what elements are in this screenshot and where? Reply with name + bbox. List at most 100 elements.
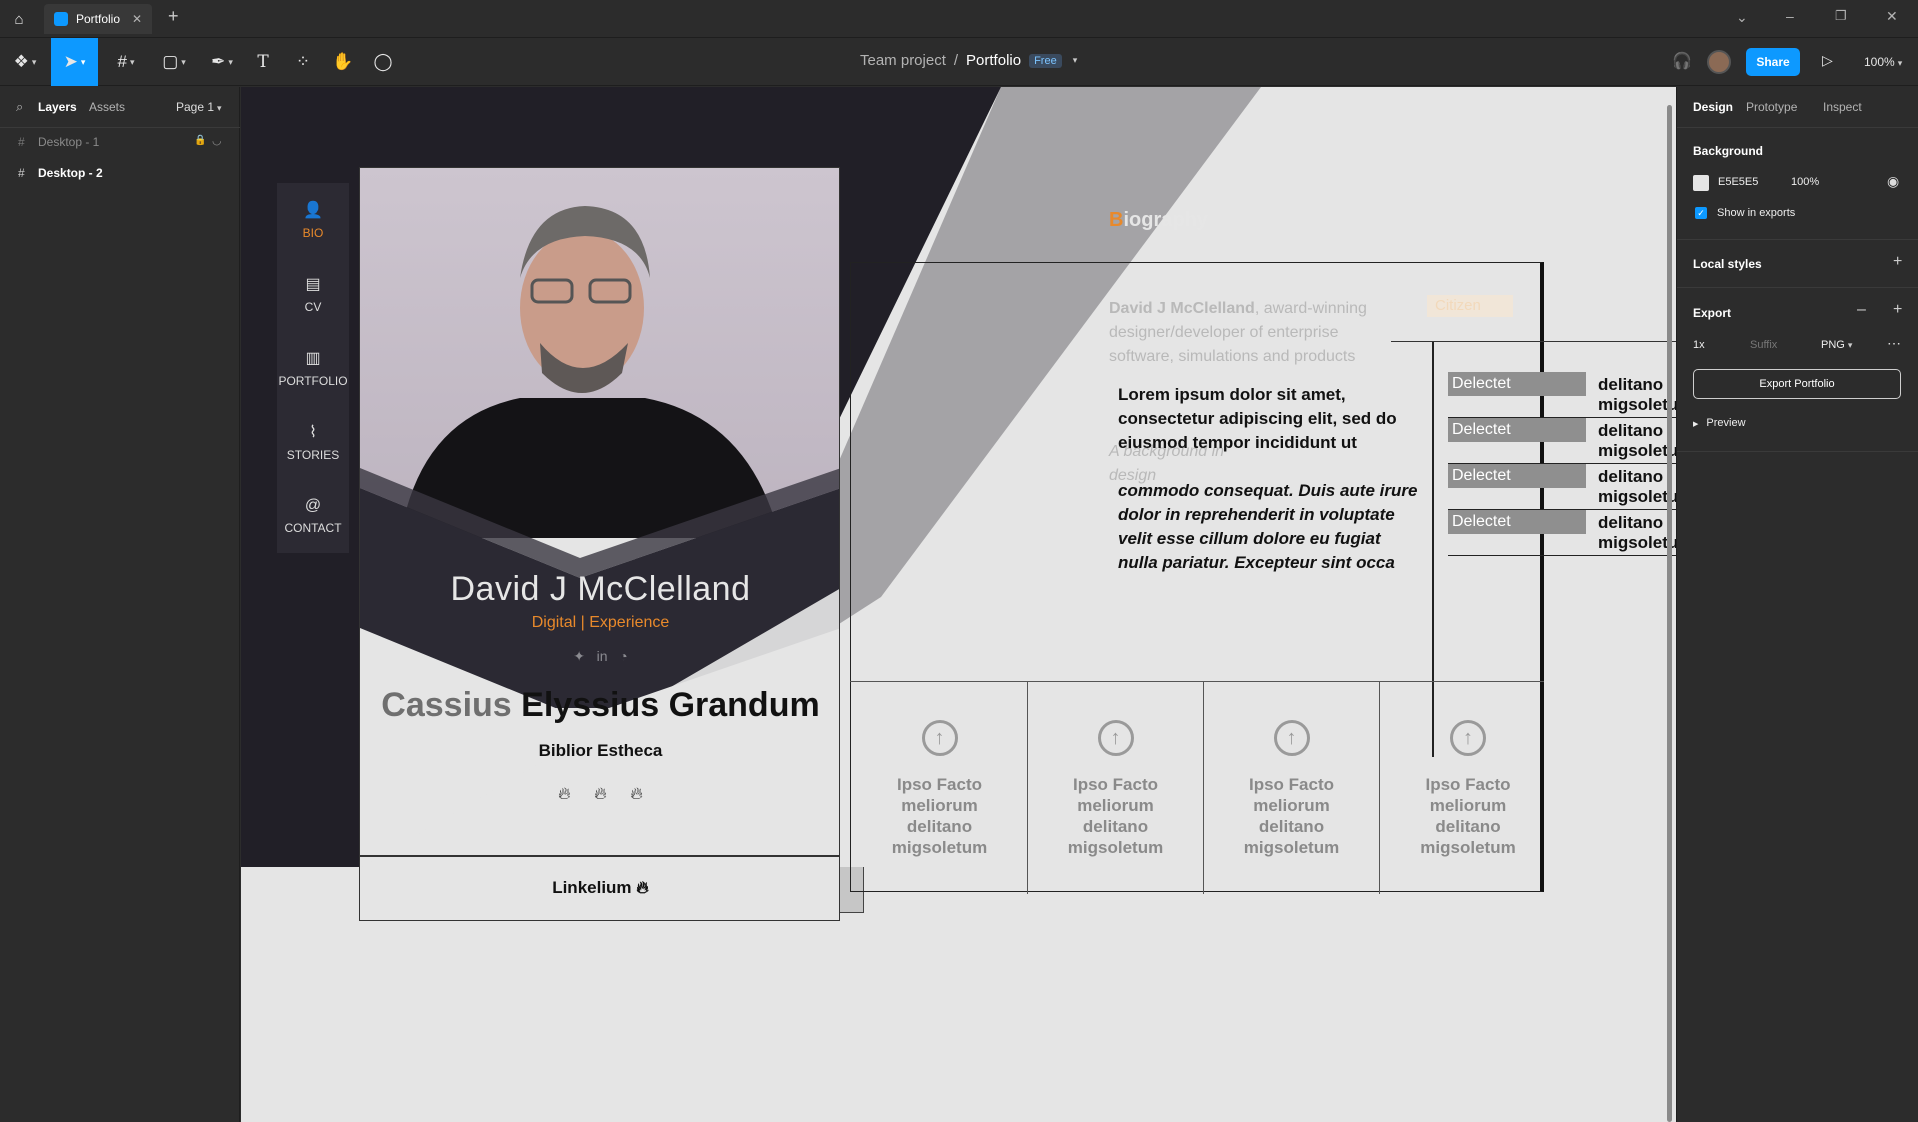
file-menu-chevron-icon[interactable]: ▾ xyxy=(1073,55,1078,66)
remove-export-icon[interactable]: – xyxy=(1857,301,1866,319)
add-export-icon[interactable]: + xyxy=(1893,301,1902,319)
canvas-scrollbar[interactable] xyxy=(1667,105,1672,1122)
layers-panel: ⌕ Layers Assets Page 1 ▾ # Desktop - 1 🔒 … xyxy=(0,87,240,1122)
comment-icon: ◯ xyxy=(373,52,393,71)
nav-portfolio[interactable]: ▥ PORTFOLIO xyxy=(277,331,349,405)
nav-stories[interactable]: ⌇ STORIES xyxy=(277,405,349,479)
main-menu-button[interactable]: ❖ ▾ xyxy=(10,38,40,86)
tab-bar: ⌂ Portfolio ✕ + ⌄ – ❐ ✕ xyxy=(0,0,1918,38)
hand-tool-button[interactable]: ✋ xyxy=(330,38,356,86)
tile-label: Ipso Facto meliorum delitano migsoletum xyxy=(1067,775,1164,857)
card-footer[interactable]: Linkelium 🔥︎ xyxy=(360,878,839,898)
eye-icon[interactable]: ◉ xyxy=(1887,173,1899,190)
card-divider xyxy=(360,855,839,857)
tab-layers[interactable]: Layers xyxy=(38,100,77,114)
add-tab-icon[interactable]: + xyxy=(168,6,179,27)
page-selector-label: Page 1 xyxy=(176,100,215,114)
lock-icon[interactable]: 🔒 xyxy=(194,135,206,146)
avatar[interactable] xyxy=(1707,50,1731,74)
list-item[interactable]: Delectet delitano migsoletum xyxy=(1448,510,1676,556)
bio-faded-text: David J McClelland, award-winning design… xyxy=(1109,297,1369,369)
close-tab-icon[interactable]: ✕ xyxy=(132,12,142,26)
layer-name: Desktop - 2 xyxy=(38,166,103,180)
frame-icon: # xyxy=(18,135,25,149)
breadcrumb-separator: / xyxy=(953,52,959,69)
tab-prototype[interactable]: Prototype xyxy=(1746,100,1797,114)
background-opacity-input[interactable]: 100% xyxy=(1791,176,1819,188)
export-scale-select[interactable]: 1x xyxy=(1693,339,1705,351)
list-item[interactable]: Delectet delitano migsoletum xyxy=(1448,372,1676,418)
pen-tool-button[interactable]: ✒ ▾ xyxy=(204,38,240,86)
close-window-icon[interactable]: ✕ xyxy=(1886,8,1898,25)
tile[interactable]: ↑ Ipso Facto meliorum delitano migsoletu… xyxy=(1204,682,1380,894)
tile[interactable]: ↑ Ipso Facto meliorum delitano migsoletu… xyxy=(1028,682,1204,894)
page-selector[interactable]: Page 1 ▾ xyxy=(176,100,222,114)
more-options-icon[interactable]: ⋯ xyxy=(1887,335,1901,352)
add-style-icon[interactable]: + xyxy=(1893,253,1902,271)
row-label: Delectet xyxy=(1448,464,1586,488)
breadcrumb-team[interactable]: Team project xyxy=(860,52,946,69)
export-portfolio-button[interactable]: Export Portfolio xyxy=(1693,369,1901,399)
export-format-label: PNG xyxy=(1821,339,1845,351)
list-item[interactable]: Delectet delitano migsoletum xyxy=(1448,418,1676,464)
home-icon[interactable]: ⌂ xyxy=(8,8,30,30)
tabs-dropdown-icon[interactable]: ⌄ xyxy=(1736,9,1748,26)
layer-desktop-2[interactable]: # Desktop - 2 xyxy=(0,158,240,188)
list-item[interactable]: Delectet delitano migsoletum xyxy=(1448,464,1676,510)
layer-name: Desktop - 1 xyxy=(38,135,100,149)
profile-card[interactable]: David J McClelland Digital | Experience … xyxy=(359,167,840,921)
share-button[interactable]: Share xyxy=(1746,48,1800,76)
pen-icon: ✒ xyxy=(211,52,226,71)
tab-design[interactable]: Design xyxy=(1693,100,1733,114)
zoom-label: 100% xyxy=(1864,55,1895,69)
nav-bio[interactable]: 👤 BIO xyxy=(277,183,349,257)
hidden-eye-icon[interactable]: ◡ xyxy=(212,134,222,147)
text-tool-button[interactable]: T xyxy=(250,38,276,86)
bio-hr xyxy=(1391,341,1676,342)
bio-title-initial: B xyxy=(1109,209,1124,231)
resources-button[interactable]: ⁘ xyxy=(290,38,316,86)
panel-divider xyxy=(1677,451,1918,452)
tile[interactable]: ↑ Ipso Facto meliorum delitano migsoletu… xyxy=(1380,682,1556,894)
text-icon: T xyxy=(257,52,269,72)
panel-divider xyxy=(1677,287,1918,288)
tab-title: Portfolio xyxy=(76,12,121,26)
export-format-select[interactable]: PNG ▾ xyxy=(1821,339,1852,351)
comment-tool-button[interactable]: ◯ xyxy=(370,38,396,86)
search-icon[interactable]: ⌕ xyxy=(16,99,23,115)
layer-desktop-1[interactable]: # Desktop - 1 🔒 ◡ xyxy=(0,127,240,157)
minimize-icon[interactable]: – xyxy=(1786,8,1794,24)
design-canvas[interactable]: 👤 BIO ▤ CV ▥ PORTFOLIO ⌇ STORIES @ CONTA… xyxy=(241,87,1676,1122)
tab-inspect[interactable]: Inspect xyxy=(1823,100,1862,114)
preview-toggle[interactable]: ▶ Preview xyxy=(1693,417,1746,429)
shape-tool-button[interactable]: ▢ ▾ xyxy=(156,38,192,86)
tab-assets[interactable]: Assets xyxy=(89,100,125,114)
file-name[interactable]: Portfolio xyxy=(966,52,1021,69)
panel-divider xyxy=(1677,239,1918,240)
present-play-icon[interactable]: ▷ xyxy=(1822,52,1833,69)
zoom-dropdown[interactable]: 100% ▾ xyxy=(1864,55,1902,69)
show-in-exports-label: Show in exports xyxy=(1717,207,1796,219)
frame-tool-button[interactable]: # ▾ xyxy=(108,38,144,86)
show-in-exports-checkbox[interactable]: ✓ xyxy=(1695,207,1707,219)
document-icon: ▤ xyxy=(305,276,321,293)
nav-contact[interactable]: @ CONTACT xyxy=(277,479,349,553)
plan-badge: Free xyxy=(1029,53,1062,68)
restore-icon[interactable]: ❐ xyxy=(1835,8,1847,24)
flame-icon: 🔥︎ xyxy=(636,878,649,897)
tab-portfolio[interactable]: Portfolio ✕ xyxy=(44,4,152,34)
breadcrumb: Team project / Portfolio Free ▾ xyxy=(860,52,1077,69)
big-name: Cassius Elyssius Grandum xyxy=(360,686,839,725)
nav-cv[interactable]: ▤ CV xyxy=(277,257,349,331)
bio-title: Biography xyxy=(1109,209,1208,232)
background-color-swatch[interactable] xyxy=(1693,175,1709,191)
frame-icon: # xyxy=(117,52,127,71)
move-tool-button[interactable]: ➤ ▾ xyxy=(51,38,98,86)
local-styles-title: Local styles xyxy=(1693,257,1762,271)
headphones-icon[interactable]: 🎧 xyxy=(1672,51,1692,71)
row-label: Delectet xyxy=(1448,510,1586,534)
tile[interactable]: ↑ Ipso Facto meliorum delitano migsoletu… xyxy=(852,682,1028,894)
export-suffix-input[interactable]: Suffix xyxy=(1750,339,1777,351)
big-name-first: Cassius xyxy=(381,686,512,724)
background-hex-input[interactable]: E5E5E5 xyxy=(1718,176,1758,188)
